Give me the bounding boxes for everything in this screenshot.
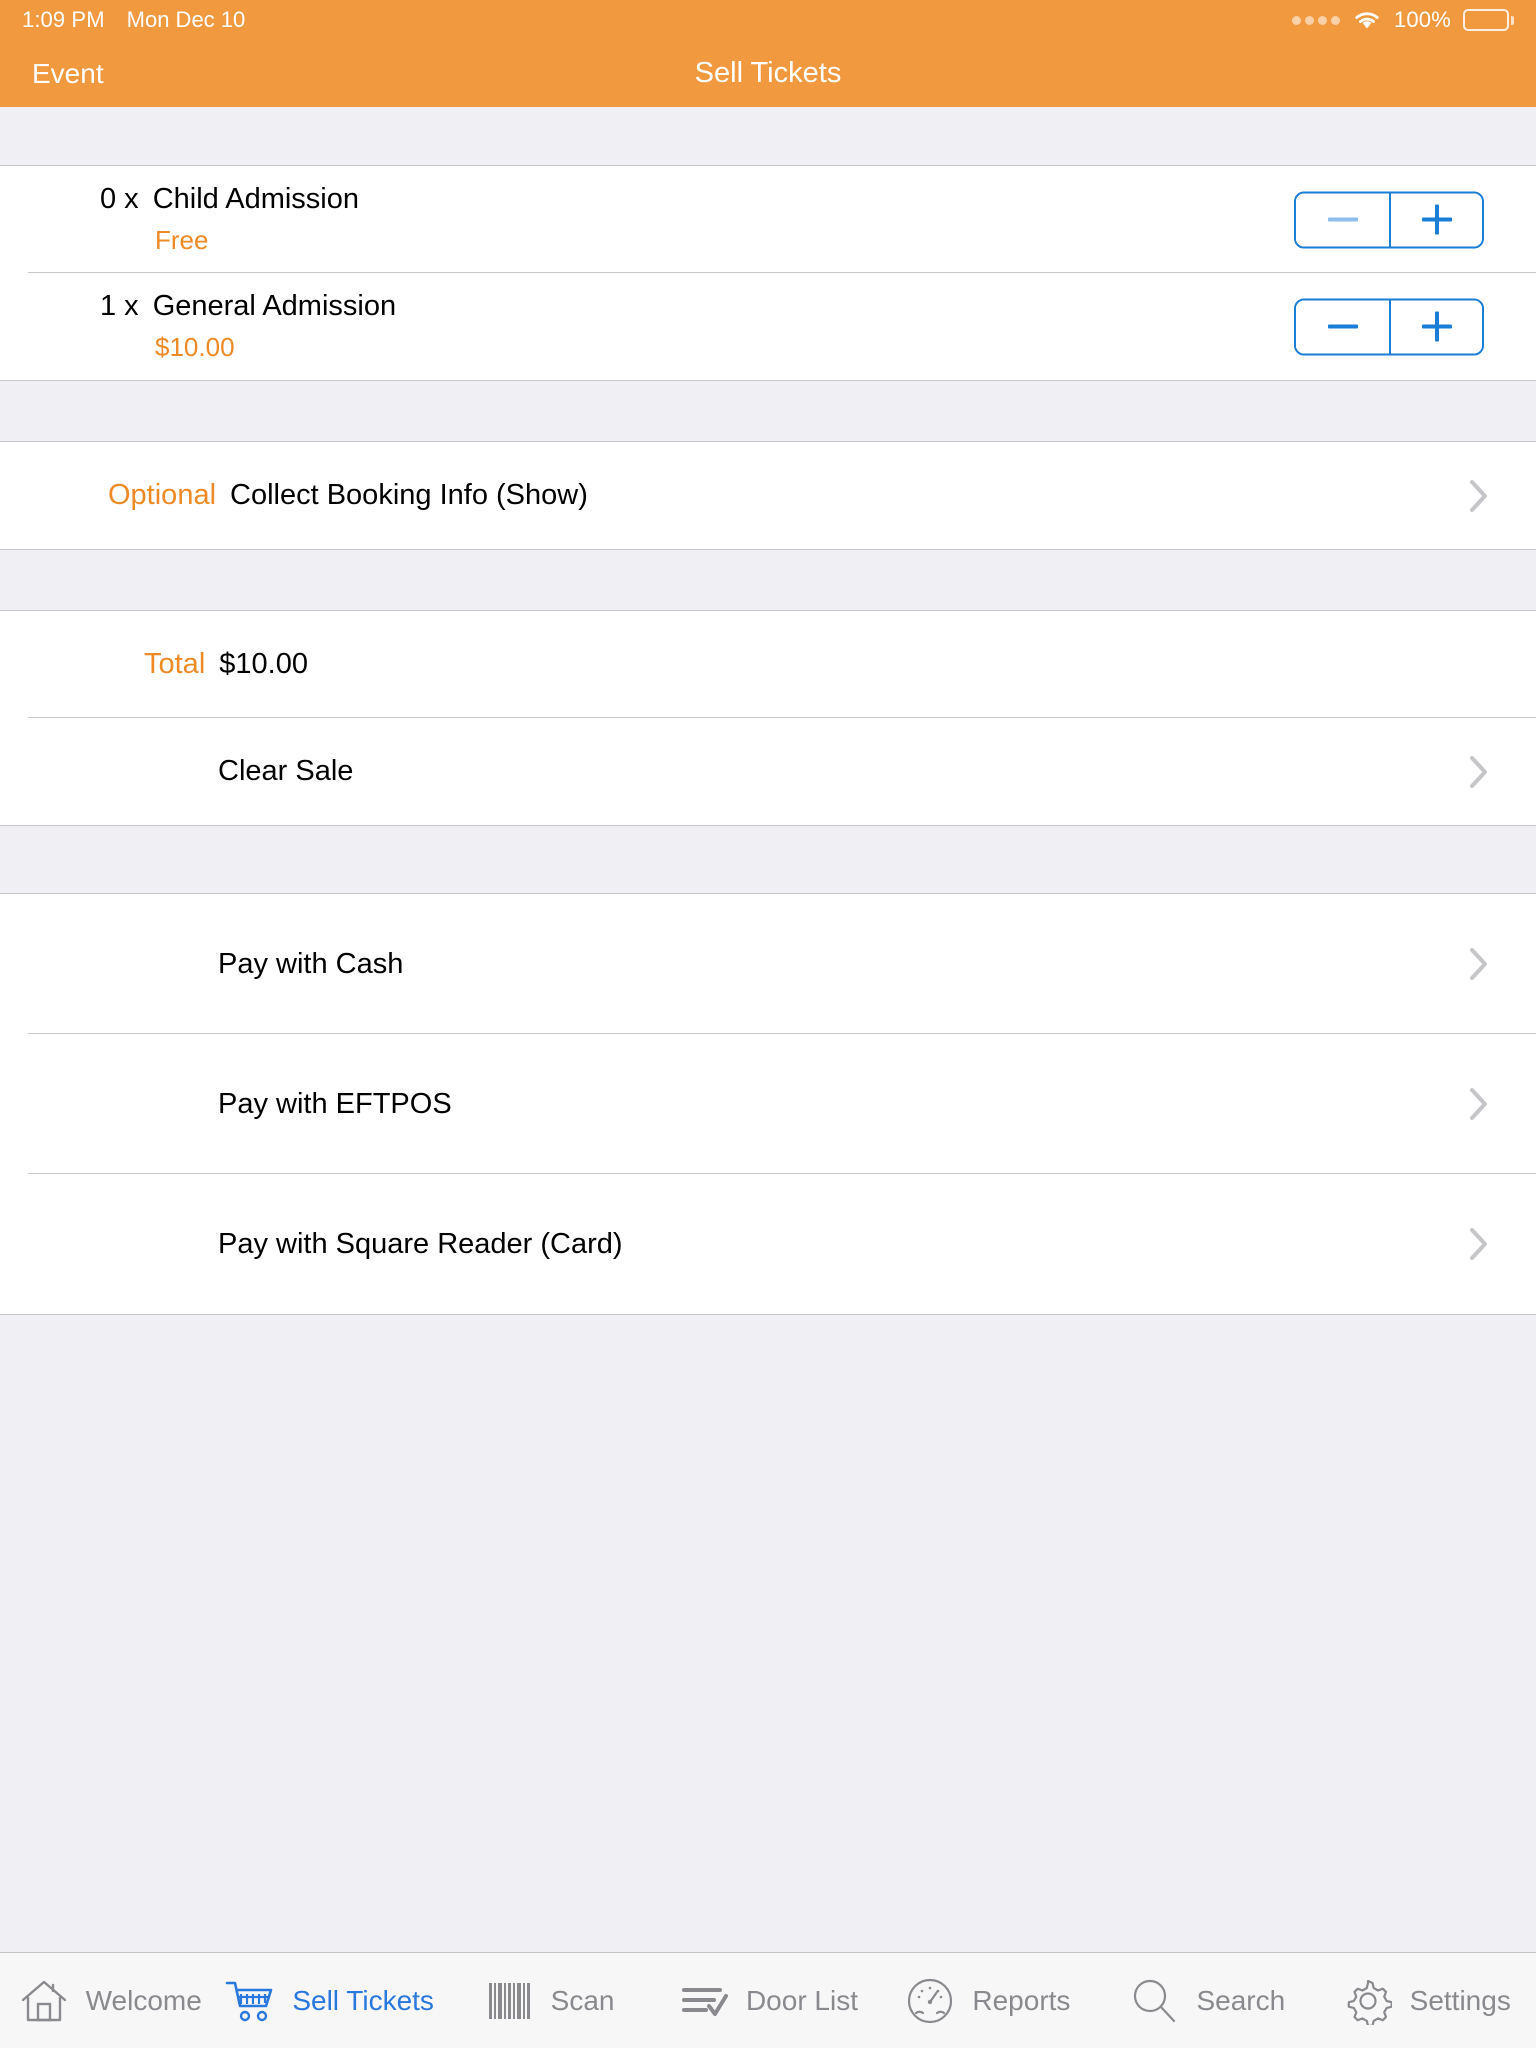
battery-full-icon xyxy=(1463,9,1514,31)
plus-icon xyxy=(1421,204,1452,235)
increment-button[interactable] xyxy=(1389,300,1482,353)
ticket-name: General Admission xyxy=(152,290,397,322)
gauge-icon xyxy=(904,1975,956,2027)
ticket-row-child-admission[interactable]: 0 x Child Admission Free xyxy=(0,166,1536,273)
page-title: Sell Tickets xyxy=(694,57,842,89)
increment-button[interactable] xyxy=(1389,193,1482,246)
ticket-quantity: 1 x xyxy=(100,290,139,322)
ticket-row-general-admission[interactable]: 1 x General Admission $10.00 xyxy=(0,273,1536,380)
tab-search[interactable]: Search xyxy=(1097,1953,1316,2048)
ticket-quantity: 0 x xyxy=(100,183,139,215)
battery-percent: 100% xyxy=(1393,7,1451,32)
main-content: 0 x Child Admission Free 1 x General Adm… xyxy=(0,107,1536,1634)
booking-info-label-line: Optional Collect Booking Info (Show) xyxy=(108,479,588,512)
search-icon xyxy=(1128,1975,1180,2027)
barcode-icon xyxy=(483,1975,535,2027)
ticket-name: Child Admission xyxy=(152,183,360,215)
navigation-bar: Event Sell Tickets xyxy=(0,40,1536,107)
chevron-right-icon xyxy=(1470,479,1488,512)
decrement-button[interactable] xyxy=(1296,300,1389,353)
section-gap-payments xyxy=(0,826,1536,893)
tab-label: Settings xyxy=(1409,1984,1511,2016)
ticket-price: Free xyxy=(155,225,209,255)
app-screen: 1:09 PM Mon Dec 10 100% Event Sell Ticke… xyxy=(0,0,1536,2048)
payment-option-label: Pay with EFTPOS xyxy=(218,1087,452,1120)
section-gap-top xyxy=(0,107,1536,165)
status-bar: 1:09 PM Mon Dec 10 100% xyxy=(0,0,1536,40)
signal-dots-icon xyxy=(1291,15,1340,25)
cart-icon xyxy=(224,1975,276,2027)
tab-label: Reports xyxy=(972,1984,1071,2016)
chevron-right-icon xyxy=(1470,948,1488,980)
home-icon xyxy=(18,1975,70,2027)
total-row: Total $10.00 xyxy=(0,611,1536,718)
pay-with-square-reader-row[interactable]: Pay with Square Reader (Card) xyxy=(0,1174,1536,1314)
chevron-right-icon xyxy=(1470,1228,1488,1260)
ticket-price: $10.00 xyxy=(155,332,235,362)
booking-info-group: Optional Collect Booking Info (Show) xyxy=(0,441,1536,550)
tab-sell-tickets[interactable]: Sell Tickets xyxy=(219,1953,438,2048)
ticket-text-block: 0 x Child Admission Free xyxy=(0,183,359,256)
tab-door-list[interactable]: Door List xyxy=(658,1953,877,2048)
chevron-right-icon xyxy=(1470,755,1488,788)
tab-scan[interactable]: Scan xyxy=(439,1953,658,2048)
decrement-button[interactable] xyxy=(1296,193,1389,246)
tab-settings[interactable]: Settings xyxy=(1317,1953,1536,2048)
content-filler xyxy=(0,1633,1536,1952)
tab-label: Welcome xyxy=(85,1984,202,2016)
wifi-icon xyxy=(1352,9,1382,31)
quantity-stepper-general-admission[interactable] xyxy=(1294,298,1484,355)
back-button-event[interactable]: Event xyxy=(32,58,104,90)
ticket-title-line: 1 x General Admission xyxy=(100,290,396,323)
booking-info-label: Collect Booking Info (Show) xyxy=(230,479,588,511)
pay-with-cash-row[interactable]: Pay with Cash xyxy=(0,894,1536,1034)
clear-sale-label: Clear Sale xyxy=(218,755,354,787)
payment-option-label: Pay with Cash xyxy=(218,947,404,980)
tab-bar: Welcome Sell Tickets Scan Door List Repo… xyxy=(0,1952,1536,2048)
ticket-title-line: 0 x Child Admission xyxy=(100,183,359,216)
tab-label: Scan xyxy=(550,1984,615,2016)
pay-with-eftpos-row[interactable]: Pay with EFTPOS xyxy=(0,1034,1536,1174)
gear-icon xyxy=(1342,1975,1394,2027)
total-group: Total $10.00 Clear Sale xyxy=(0,610,1536,826)
clear-sale-row[interactable]: Clear Sale xyxy=(0,718,1536,825)
plus-icon xyxy=(1421,311,1452,342)
collect-booking-info-row[interactable]: Optional Collect Booking Info (Show) xyxy=(0,442,1536,549)
tab-reports[interactable]: Reports xyxy=(878,1953,1097,2048)
section-gap-booking xyxy=(0,381,1536,441)
optional-badge: Optional xyxy=(108,479,217,511)
payment-options-group: Pay with Cash Pay with EFTPOS Pay with S… xyxy=(0,893,1536,1315)
payment-option-label: Pay with Square Reader (Card) xyxy=(218,1227,623,1260)
status-time: 1:09 PM xyxy=(22,7,105,32)
tickets-group: 0 x Child Admission Free 1 x General Adm… xyxy=(0,165,1536,381)
chevron-right-icon xyxy=(1470,1088,1488,1120)
tab-label: Door List xyxy=(745,1984,858,2016)
group-bottom-separator xyxy=(0,1314,1536,1315)
section-gap-total xyxy=(0,550,1536,610)
status-date: Mon Dec 10 xyxy=(126,7,246,32)
quantity-stepper-child-admission[interactable] xyxy=(1294,191,1484,248)
tab-label: Search xyxy=(1196,1984,1286,2016)
status-bar-right: 100% xyxy=(1291,7,1514,33)
status-bar-left: 1:09 PM Mon Dec 10 xyxy=(22,7,245,33)
tab-label: Sell Tickets xyxy=(292,1984,434,2016)
total-value: $10.00 xyxy=(219,648,308,680)
tab-welcome[interactable]: Welcome xyxy=(0,1953,219,2048)
ticket-text-block: 1 x General Admission $10.00 xyxy=(0,290,396,363)
list-check-icon xyxy=(678,1975,730,2027)
total-label: Total xyxy=(144,648,206,680)
minus-icon xyxy=(1327,217,1358,222)
minus-icon xyxy=(1327,324,1358,329)
